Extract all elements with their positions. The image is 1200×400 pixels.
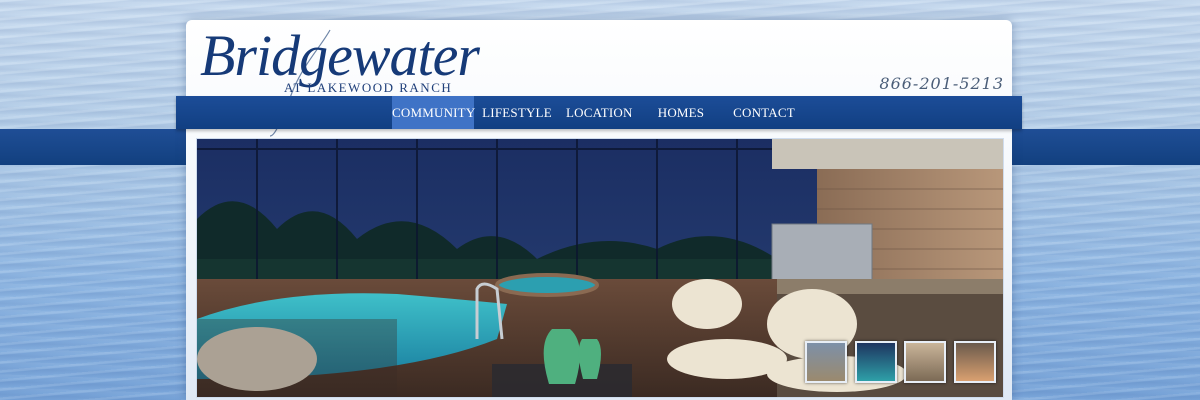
- logo-subtitle: AT LAKEWOOD RANCH: [284, 80, 453, 95]
- logo-wordmark: Bridgewater: [200, 23, 480, 88]
- nav-item-contact-us[interactable]: CONTACT US: [724, 96, 804, 153]
- phone-number[interactable]: 866-201-5213: [879, 74, 1004, 93]
- home-entry-thumbnail-icon[interactable]: [904, 341, 946, 383]
- pool-night-thumbnail-icon[interactable]: [855, 341, 897, 383]
- nav-item-community[interactable]: COMMUNITY: [392, 96, 475, 129]
- lanai-interior-thumbnail-icon[interactable]: [954, 341, 996, 383]
- home-exterior-thumbnail-icon[interactable]: [805, 341, 847, 383]
- nav-item-lifestyle[interactable]: LIFESTYLE: [482, 96, 552, 129]
- main-navigation: COMMUNITY LIFESTYLE LOCATION HOMES CONTA…: [176, 96, 1022, 153]
- nav-item-location[interactable]: LOCATION: [566, 96, 632, 129]
- nav-item-homes[interactable]: HOMES: [656, 96, 706, 129]
